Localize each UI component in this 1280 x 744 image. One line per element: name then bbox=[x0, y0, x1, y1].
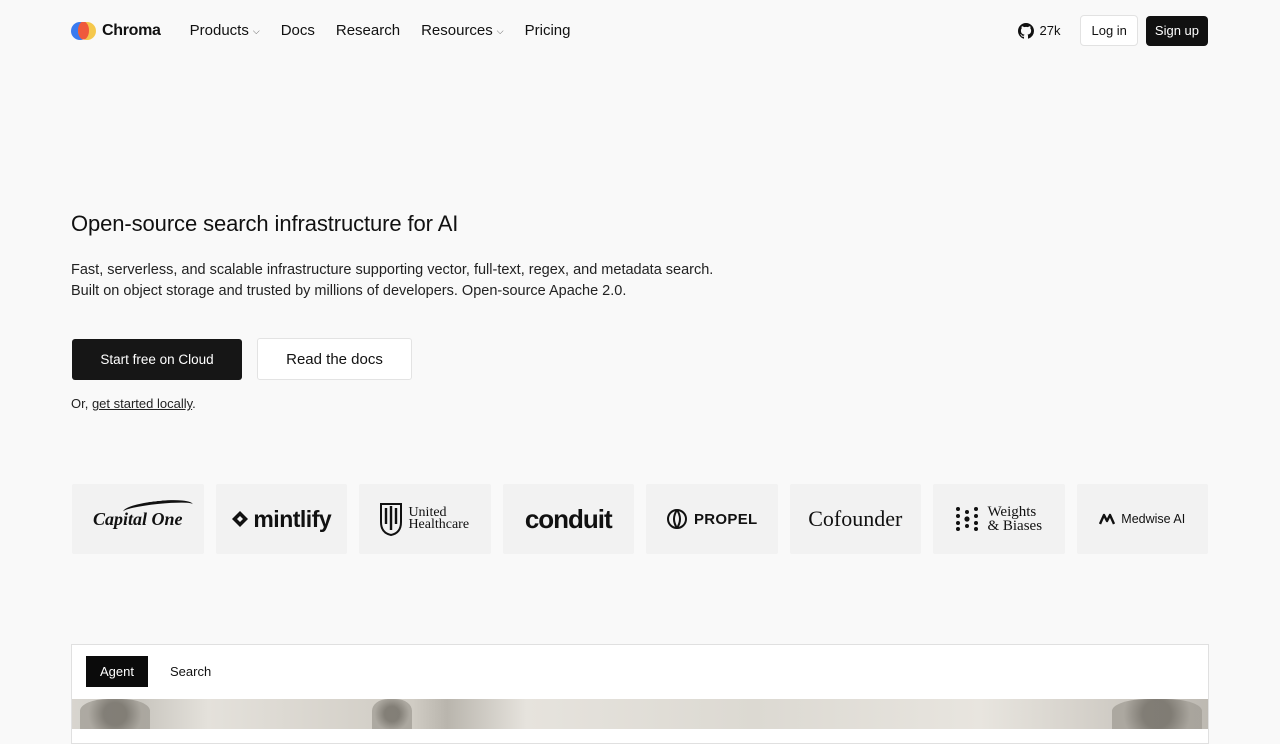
logo-weights-biases: Weights & Biases bbox=[933, 484, 1065, 554]
local-start-text: Or, get started locally. bbox=[71, 396, 196, 411]
logo-capital-one: Capital One bbox=[72, 484, 204, 554]
local-suffix: . bbox=[192, 396, 196, 411]
nav-item-products[interactable]: Products ⌵ bbox=[190, 22, 260, 39]
demo-tabs: Agent Search bbox=[86, 656, 225, 687]
nav-item-resources[interactable]: Resources ⌵ bbox=[421, 22, 504, 39]
weights-biases-dots-icon bbox=[956, 507, 979, 531]
nav-item-label: Products bbox=[189, 22, 249, 39]
brand-logo-link[interactable]: Chroma bbox=[71, 21, 161, 40]
logo-propel: PROPEL bbox=[646, 484, 778, 554]
read-docs-button[interactable]: Read the docs bbox=[257, 338, 412, 380]
logo-text-line2: & Biases bbox=[987, 518, 1043, 534]
brand-name: Chroma bbox=[102, 21, 161, 39]
logo-text-line2: Healthcare bbox=[408, 517, 470, 532]
logo-text: Cofounder bbox=[808, 506, 903, 531]
logo-text: mintlify bbox=[253, 505, 332, 532]
start-free-cloud-button[interactable]: Start free on Cloud bbox=[72, 339, 242, 380]
top-nav: Chroma Products ⌵ Docs Research Resource… bbox=[71, 15, 1208, 46]
logo-text: conduit bbox=[524, 503, 613, 534]
nav-item-pricing[interactable]: Pricing bbox=[525, 22, 571, 39]
logo-mintlify: mintlify bbox=[215, 484, 347, 554]
nav-item-research[interactable]: Research bbox=[336, 22, 400, 39]
chevron-down-icon: ⌵ bbox=[252, 26, 260, 36]
login-button[interactable]: Log in bbox=[1080, 15, 1138, 46]
propel-mark-icon bbox=[667, 509, 687, 529]
github-icon bbox=[1017, 22, 1034, 39]
github-stars-link[interactable]: 27k bbox=[1010, 22, 1069, 39]
hero-subtitle: Fast, serverless, and scalable infrastru… bbox=[71, 262, 714, 299]
logo-text: PROPEL bbox=[694, 510, 758, 528]
nav-item-label: Research bbox=[335, 22, 401, 39]
logo-text: Medwise AI bbox=[1121, 512, 1186, 526]
tab-agent[interactable]: Agent bbox=[86, 656, 148, 687]
united-healthcare-shield-icon bbox=[380, 503, 403, 536]
signup-button[interactable]: Sign up bbox=[1145, 15, 1208, 46]
nav-actions: 27k Log in Sign up bbox=[1010, 15, 1208, 46]
logo-text-line1: Weights bbox=[987, 504, 1037, 520]
capital-one-wordmark: Capital One bbox=[93, 496, 194, 530]
nav-links: Products ⌵ Docs Research Resources ⌵ Pri… bbox=[190, 22, 571, 39]
mintlify-leaf-icon bbox=[232, 511, 249, 527]
github-stars-count: 27k bbox=[1039, 23, 1061, 38]
chroma-logo-icon bbox=[71, 21, 96, 40]
medwise-mark-icon bbox=[1099, 513, 1116, 525]
customer-logos: Capital One mintlify United Healthcare c… bbox=[72, 484, 1208, 554]
demo-illustration bbox=[72, 699, 1208, 729]
logo-conduit: conduit bbox=[502, 484, 634, 554]
chevron-down-icon: ⌵ bbox=[496, 26, 504, 36]
tab-search[interactable]: Search bbox=[156, 656, 225, 687]
demo-panel: Agent Search bbox=[71, 644, 1209, 744]
nav-item-docs[interactable]: Docs bbox=[281, 22, 315, 39]
nav-item-label: Resources bbox=[421, 22, 493, 39]
get-started-locally-link[interactable]: get started locally bbox=[92, 396, 192, 411]
hero-title: Open-source search infrastructure for AI bbox=[71, 211, 459, 236]
logo-medwise: Medwise AI bbox=[1076, 484, 1208, 554]
local-prefix: Or, bbox=[71, 396, 92, 411]
logo-cofounder: Cofounder bbox=[789, 484, 921, 554]
nav-item-label: Docs bbox=[280, 22, 315, 39]
nav-item-label: Pricing bbox=[524, 22, 571, 39]
logo-united-healthcare: United Healthcare bbox=[359, 484, 491, 554]
